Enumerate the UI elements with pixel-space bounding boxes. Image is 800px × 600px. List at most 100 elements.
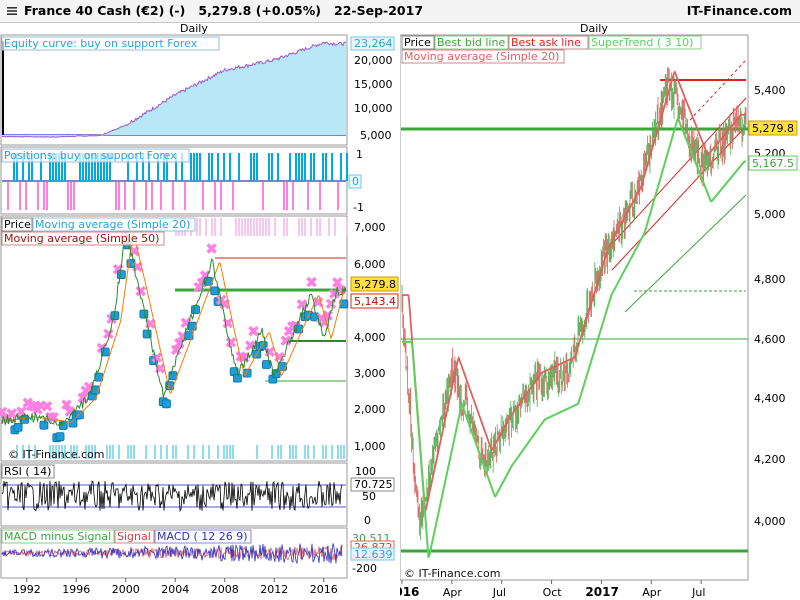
position-long-bar	[229, 153, 231, 181]
buy-marker	[191, 305, 200, 315]
strip-bar-top	[304, 218, 306, 236]
sell-marker	[206, 243, 217, 254]
rt-tick-4200: 4,200	[754, 453, 786, 466]
position-long-bar	[250, 153, 252, 181]
macd-signal-legend[interactable]: Signal	[117, 530, 151, 543]
strip-bar-top	[283, 218, 285, 236]
lt-tick-6000: 6,000	[354, 258, 386, 271]
lt-price-line	[1, 232, 347, 427]
lt-tick-4000: 4,000	[354, 331, 386, 344]
rt-price-legend[interactable]: Price	[404, 36, 431, 49]
left-x-label: 2000	[112, 583, 140, 596]
strip-bar	[112, 445, 114, 459]
strip-bar	[154, 445, 156, 459]
lt-watermark: © IT-Finance.com	[8, 448, 105, 461]
rt-tick-4000: 4,000	[754, 515, 786, 528]
strip-bar	[217, 445, 219, 459]
rt-tick-5400: 5,400	[754, 84, 786, 97]
sell-marker	[225, 337, 237, 348]
lt-ma-value: 5,143.4	[354, 295, 396, 308]
left-x-label: 2016	[310, 583, 338, 596]
equity-area	[2, 41, 346, 138]
strip-bar	[193, 445, 195, 459]
strip-bar	[202, 445, 204, 459]
position-short-bar	[232, 182, 234, 210]
rt-supertrend-legend[interactable]: SuperTrend ( 3 10)	[591, 36, 693, 49]
position-short-bar	[70, 182, 72, 210]
strip-bar-top	[205, 218, 207, 236]
rt-last-price: 5,279.8	[752, 122, 794, 135]
strip-bar	[133, 445, 135, 459]
strip-bar-top	[199, 218, 201, 236]
macd-legend[interactable]: MACD ( 12 26 9)	[157, 530, 248, 543]
strip-bar	[280, 445, 282, 459]
strip-bar	[127, 445, 129, 459]
macd-value-2: 12.639	[354, 548, 393, 561]
rt-ma20-legend[interactable]: Moving average (Simple 20)	[404, 50, 559, 63]
strip-bar-top	[247, 218, 249, 236]
strip-bar	[256, 445, 258, 459]
strip-bar-top	[298, 218, 300, 236]
left-chart[interactable]: Equity curve: buy on support Forex 23,26…	[0, 0, 400, 600]
equity-tick-5000: 5,000	[360, 129, 392, 142]
strip-bar	[277, 445, 279, 459]
position-long-bar	[217, 153, 219, 181]
position-long-bar	[322, 153, 324, 181]
position-long-bar	[310, 153, 312, 181]
left-x-label: 1996	[62, 583, 90, 596]
strip-bar	[292, 445, 294, 459]
strip-bar-top	[259, 218, 261, 236]
lt-tick-1000: 1,000	[354, 440, 386, 453]
position-long-bar	[223, 153, 225, 181]
buy-marker	[233, 373, 242, 383]
position-short-bar	[286, 182, 288, 210]
right-x-label: Jul	[691, 586, 705, 599]
position-short-bar	[202, 182, 204, 210]
strip-bar	[337, 445, 339, 459]
strip-bar	[118, 445, 120, 459]
position-short-bar	[25, 182, 27, 210]
strip-bar	[322, 445, 324, 459]
strip-bar	[175, 445, 177, 459]
position-long-bar	[325, 153, 327, 181]
rt-bid-legend[interactable]: Best bid line	[437, 36, 505, 49]
strip-bar	[226, 445, 228, 459]
position-long-bar	[289, 153, 291, 181]
left-x-label: 2004	[161, 583, 189, 596]
position-long-bar	[277, 153, 279, 181]
rsi-tick-0: 0	[364, 514, 371, 527]
position-long-bar	[301, 153, 303, 181]
macd-diff-legend[interactable]: MACD minus Signal	[4, 530, 111, 543]
strip-bar	[187, 445, 189, 459]
rt-ask-legend[interactable]: Best ask line	[511, 36, 581, 49]
candlesticks	[401, 66, 747, 540]
right-x-label: Apr	[443, 586, 463, 599]
equity-tick-20000: 20,000	[354, 54, 393, 67]
rsi-legend[interactable]: RSI ( 14)	[4, 465, 51, 478]
right-chart[interactable]: Price Best bid line Best ask line SuperT…	[400, 0, 800, 600]
lt-tick-2000: 2,000	[354, 403, 386, 416]
equity-legend[interactable]: Equity curve: buy on support Forex	[4, 37, 198, 50]
buy-marker	[55, 432, 65, 441]
buy-marker	[116, 270, 126, 280]
price-markers	[0, 228, 349, 443]
strip-bar-top	[274, 218, 276, 236]
strip-bar-top	[235, 218, 237, 236]
lt-last-price: 5,279.8	[354, 278, 396, 291]
right-x-axis: 2016 Apr Jul Oct 2017 Apr Jul	[400, 580, 705, 599]
ma20-legend[interactable]: Moving average (Simple 20)	[35, 218, 190, 231]
position-short-bar	[337, 182, 339, 210]
strip-bar	[343, 445, 345, 459]
position-short-bar	[220, 182, 222, 210]
position-short-bar	[184, 182, 186, 210]
left-x-label: 1992	[13, 583, 41, 596]
position-long-bar	[295, 153, 297, 181]
strip-bar-top	[316, 218, 318, 236]
ma50-legend[interactable]: Moving average (Simple 50)	[4, 232, 159, 245]
position-long-bar	[208, 153, 210, 181]
position-short-bar	[37, 182, 39, 210]
positions-legend[interactable]: Positions: buy on support Forex	[4, 149, 177, 162]
price-legend[interactable]: Price	[4, 218, 31, 231]
rt-tick-4600: 4,600	[754, 333, 786, 346]
strip-bar-top	[328, 218, 330, 236]
